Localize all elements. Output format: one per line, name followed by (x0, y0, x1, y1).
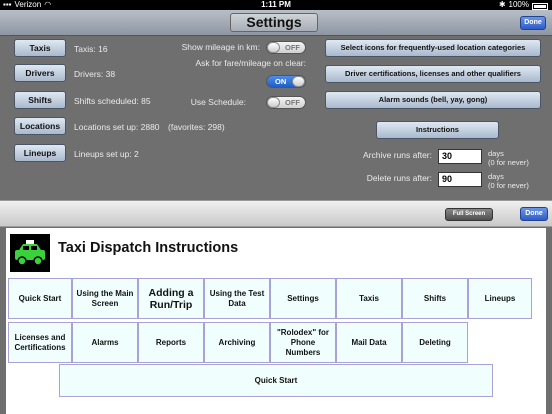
topic-alarms[interactable]: Alarms (72, 322, 138, 363)
status-right: ✱ 100% (499, 0, 548, 10)
topic-mail-data[interactable]: Mail Data (336, 322, 402, 363)
toggle-knob (292, 76, 305, 87)
archive-label: Archive runs after: (363, 150, 432, 160)
topic-main-screen[interactable]: Using the Main Screen (72, 278, 138, 319)
topic-licenses[interactable]: Licenses and Certifications (8, 322, 72, 363)
taxis-button[interactable]: Taxis (14, 39, 66, 57)
document-title: Taxi Dispatch Instructions (58, 240, 239, 256)
bluetooth-icon: ✱ (498, 0, 506, 9)
instructions-button[interactable]: Instructions (376, 121, 499, 139)
use-schedule-toggle[interactable]: OFF (266, 96, 306, 109)
delete-days-unit: days (488, 172, 504, 181)
driver-certifications-button[interactable]: Driver certifications, licenses and othe… (325, 65, 541, 83)
archive-days-unit: days (488, 149, 504, 158)
topic-archiving[interactable]: Archiving (204, 322, 270, 363)
page-title: Settings (230, 13, 318, 32)
alarm-sounds-button[interactable]: Alarm sounds (bell, yay, gong) (325, 91, 541, 109)
header-done-button[interactable]: Done (520, 16, 546, 30)
ask-fare-label: Ask for fare/mileage on clear: (195, 58, 306, 68)
delete-label: Delete runs after: (366, 173, 432, 183)
taxis-count: Taxis: 16 (74, 44, 108, 54)
locations-count: Locations set up: 2880 (74, 122, 160, 132)
topic-settings[interactable]: Settings (270, 278, 336, 319)
toggle-state: ON (275, 77, 287, 86)
toggle-knob (267, 97, 280, 108)
delete-days-input[interactable]: 90 (438, 172, 482, 187)
topic-deleting[interactable]: Deleting (402, 322, 468, 363)
show-mileage-toggle[interactable]: OFF (266, 41, 306, 54)
drivers-count: Drivers: 38 (74, 69, 116, 79)
battery-icon (532, 2, 548, 10)
topic-reports[interactable]: Reports (138, 322, 204, 363)
ask-fare-toggle[interactable]: ON (266, 75, 306, 88)
use-schedule-label: Use Schedule: (190, 97, 246, 107)
topic-quick-start[interactable]: Quick Start (8, 278, 72, 319)
show-mileage-label: Show mileage in km: (181, 42, 260, 52)
topic-shifts[interactable]: Shifts (402, 278, 468, 319)
delete-days-note: (0 for never) (488, 181, 529, 190)
topic-adding-run[interactable]: Adding a Run/Trip (138, 278, 204, 319)
topic-test-data[interactable]: Using the Test Data (204, 278, 270, 319)
status-bar: ▪▪▪ Verizon ◠ 1:11 PM ✱ 100% (0, 0, 552, 10)
toggle-state: OFF (285, 98, 300, 107)
toggle-state: OFF (285, 43, 300, 52)
favorites-count: (favorites: 298) (168, 122, 225, 132)
shifts-count: Shifts scheduled: 85 (74, 96, 151, 106)
archive-days-note: (0 for never) (488, 158, 529, 167)
topic-lineups[interactable]: Lineups (468, 278, 532, 319)
select-icons-button[interactable]: Select icons for frequently-used locatio… (325, 39, 541, 57)
full-screen-button[interactable]: Full Screen (445, 208, 493, 221)
shifts-button[interactable]: Shifts (14, 91, 66, 109)
archive-days-input[interactable]: 30 (438, 149, 482, 164)
lineups-button[interactable]: Lineups (14, 144, 66, 162)
section-heading-quick-start: Quick Start (59, 364, 493, 397)
drivers-button[interactable]: Drivers (14, 64, 66, 82)
topic-taxis[interactable]: Taxis (336, 278, 402, 319)
topic-rolodex[interactable]: "Rolodex" for Phone Numbers (270, 322, 336, 363)
taxi-icon (10, 234, 50, 272)
lineups-count: Lineups set up: 2 (74, 149, 139, 159)
locations-button[interactable]: Locations (14, 117, 66, 135)
battery-percent: 100% (508, 0, 529, 9)
settings-panel: Taxis Drivers Shifts Locations Lineups T… (0, 36, 552, 200)
status-time: 1:11 PM (261, 0, 291, 9)
instructions-document: Taxi Dispatch Instructions Quick Start U… (6, 228, 546, 414)
toolbar-done-button[interactable]: Done (520, 207, 548, 221)
title-bar: Settings Done (0, 10, 552, 36)
instructions-toolbar: Full Screen Done (0, 200, 552, 227)
toggle-knob (267, 42, 280, 53)
